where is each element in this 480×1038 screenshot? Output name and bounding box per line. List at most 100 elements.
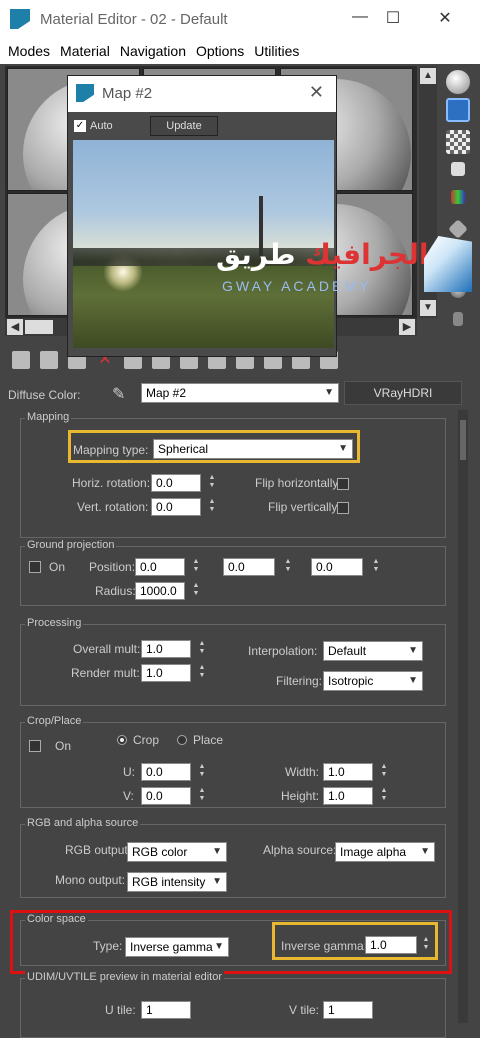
- get-material-icon[interactable]: [12, 351, 30, 369]
- menu-modes[interactable]: Modes: [8, 43, 50, 59]
- render-mult-label: Render mult:: [71, 666, 140, 680]
- watermark-arabic: الجرافيك طريق: [216, 238, 428, 271]
- u-field[interactable]: 0.0: [141, 763, 191, 781]
- maximize-button[interactable]: ☐: [378, 8, 408, 28]
- auto-checkbox[interactable]: ✓: [74, 120, 86, 132]
- interpolation-value: Default: [328, 644, 367, 658]
- crop-place-label: Crop/Place: [25, 715, 84, 727]
- radius-spinner[interactable]: ▲ ▼: [191, 582, 201, 600]
- position-z-field[interactable]: 0.0: [311, 558, 363, 576]
- video-color-check-icon[interactable]: [451, 190, 465, 204]
- interpolation-label: Interpolation:: [248, 644, 318, 658]
- crop-label: Crop: [133, 733, 160, 747]
- chevron-down-icon: ▼: [420, 846, 430, 857]
- watermark-logo-icon: [424, 236, 472, 292]
- title-bar: Material Editor - 02 - Default — ☐ ✕: [0, 0, 480, 38]
- crop-on-checkbox[interactable]: [29, 740, 41, 752]
- overall-mult-spinner[interactable]: ▲ ▼: [197, 640, 207, 658]
- diffuse-label: Diffuse Color:: [8, 388, 81, 402]
- horiz-rotation-label: Horiz. rotation:: [72, 476, 151, 490]
- put-to-scene-icon[interactable]: [40, 351, 58, 369]
- interpolation-dropdown[interactable]: Default ▼: [323, 641, 423, 661]
- app-logo-icon: [76, 84, 94, 102]
- panel-scrollbar[interactable]: [458, 410, 468, 1023]
- rgb-output-dropdown[interactable]: RGB color ▼: [127, 842, 227, 862]
- sample-type-icon[interactable]: [446, 70, 470, 94]
- filtering-value: Isotropic: [328, 674, 374, 688]
- map-name-dropdown[interactable]: Map #2 ▼: [141, 383, 339, 403]
- backlight-icon[interactable]: [446, 98, 470, 122]
- eyedropper-icon[interactable]: ✎: [112, 384, 132, 404]
- height-spinner[interactable]: ▲ ▼: [379, 787, 389, 805]
- v-spinner[interactable]: ▲ ▼: [197, 787, 207, 805]
- uv-tiling-icon[interactable]: [451, 162, 465, 176]
- rgb-output-value: RGB color: [132, 845, 188, 859]
- render-mult-spinner[interactable]: ▲ ▼: [197, 664, 207, 682]
- u-spinner[interactable]: ▲ ▼: [197, 763, 207, 781]
- chevron-down-icon: ▼: [212, 876, 222, 887]
- alpha-source-dropdown[interactable]: Image alpha ▼: [335, 842, 435, 862]
- menu-material[interactable]: Material: [60, 43, 110, 59]
- v-tile-field[interactable]: 1: [323, 1001, 373, 1019]
- close-button[interactable]: ✕: [430, 8, 460, 28]
- parameters-panel: Mapping Mapping type: Spherical ▼ Horiz. …: [10, 410, 458, 1038]
- map-window-close-icon[interactable]: ✕: [309, 82, 324, 103]
- ground-on-checkbox[interactable]: [29, 561, 41, 573]
- material-map-navigator-icon[interactable]: [453, 312, 463, 326]
- crop-on-label: On: [55, 739, 72, 753]
- scroll-left-icon[interactable]: ◀: [7, 319, 23, 335]
- scroll-right-icon[interactable]: ▶: [399, 319, 415, 335]
- flip-vertically-checkbox[interactable]: [337, 502, 349, 514]
- menu-bar: Modes Material Navigation Options Utilit…: [0, 38, 480, 64]
- mono-output-label: Mono output:: [55, 873, 126, 887]
- v-field[interactable]: 0.0: [141, 787, 191, 805]
- filtering-dropdown[interactable]: Isotropic ▼: [323, 671, 423, 691]
- mono-output-dropdown[interactable]: RGB intensity ▼: [127, 872, 227, 892]
- map-type-button[interactable]: VRayHDRI: [344, 381, 462, 405]
- panel-scroll-thumb[interactable]: [460, 420, 466, 460]
- flip-horizontally-checkbox[interactable]: [337, 478, 349, 490]
- horiz-rotation-spinner[interactable]: ▲ ▼: [207, 474, 217, 492]
- u-tile-label: U tile:: [105, 1003, 136, 1017]
- position-x-spinner[interactable]: ▲ ▼: [191, 558, 201, 576]
- alpha-source-value: Image alpha: [340, 845, 407, 859]
- overall-mult-label: Overall mult:: [73, 642, 141, 656]
- map-window-title: Map #2: [102, 85, 153, 102]
- scroll-down-icon[interactable]: ▼: [420, 300, 436, 316]
- overall-mult-field[interactable]: 1.0: [141, 640, 191, 658]
- v-tile-label: V tile:: [289, 1003, 320, 1017]
- menu-navigation[interactable]: Navigation: [120, 43, 186, 59]
- ground-projection-group: Ground projection On Position: 0.0 ▲ ▼ 0.…: [20, 539, 446, 606]
- udim-group: UDIM/UVTILE preview in material editor U…: [20, 971, 446, 1038]
- minimize-button[interactable]: —: [345, 8, 375, 26]
- watermark: الجرافيك طريق GWAY ACADEMY: [210, 230, 480, 300]
- watermark-arabic-prefix: طريق: [216, 238, 296, 271]
- vert-rotation-field[interactable]: 0.0: [151, 498, 201, 516]
- v-label: V:: [123, 789, 134, 803]
- chevron-down-icon: ▼: [324, 387, 334, 398]
- position-y-field[interactable]: 0.0: [223, 558, 275, 576]
- background-icon[interactable]: [446, 130, 470, 154]
- horiz-rotation-field[interactable]: 0.0: [151, 474, 201, 492]
- width-spinner[interactable]: ▲ ▼: [379, 763, 389, 781]
- crop-radio[interactable]: [117, 735, 127, 745]
- u-tile-field[interactable]: 1: [141, 1001, 191, 1019]
- render-mult-field[interactable]: 1.0: [141, 664, 191, 682]
- radius-field[interactable]: 1000.0: [135, 582, 185, 600]
- rgb-output-label: RGB output:: [65, 843, 132, 857]
- menu-utilities[interactable]: Utilities: [254, 43, 299, 59]
- scroll-up-icon[interactable]: ▲: [420, 68, 436, 84]
- position-z-spinner[interactable]: ▲ ▼: [371, 558, 381, 576]
- alpha-source-label: Alpha source:: [263, 843, 337, 857]
- scroll-thumb[interactable]: [25, 320, 53, 334]
- height-field[interactable]: 1.0: [323, 787, 373, 805]
- position-x-field[interactable]: 0.0: [135, 558, 185, 576]
- update-button[interactable]: Update: [150, 116, 218, 136]
- width-field[interactable]: 1.0: [323, 763, 373, 781]
- vert-rotation-spinner[interactable]: ▲ ▼: [207, 498, 217, 516]
- position-y-spinner[interactable]: ▲ ▼: [283, 558, 293, 576]
- menu-options[interactable]: Options: [196, 43, 244, 59]
- ground-on-label: On: [49, 560, 66, 574]
- place-radio[interactable]: [177, 735, 187, 745]
- height-label: Height:: [281, 789, 320, 803]
